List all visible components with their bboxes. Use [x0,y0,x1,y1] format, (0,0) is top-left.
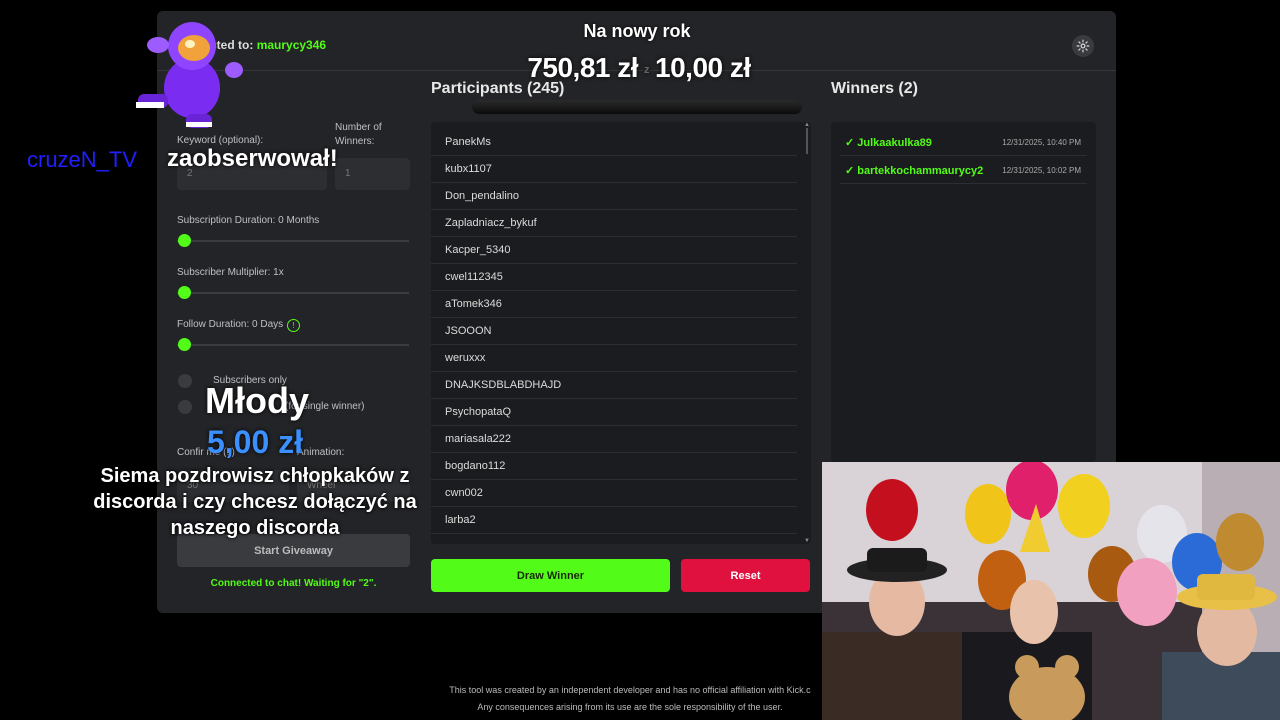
list-item: bogdano112 [431,453,797,480]
winners-list: ✓ Julkaakulka89 12/31/2025, 10:40 PM ✓ b… [831,122,1096,462]
webcam-image [822,462,1280,720]
draw-winner-button[interactable]: Draw Winner [431,559,670,592]
gear-icon [1076,39,1090,53]
subscriber-multiplier-label: Subscriber Multiplier: 1x [177,267,284,278]
list-item: mariasala222 [431,426,797,453]
follow-duration-handle[interactable] [178,338,191,351]
list-item: kubx1107 [431,156,797,183]
goal-separator: z [644,63,650,76]
list-item: Zapladniacz_bykuf [431,210,797,237]
footer-line: This tool was created by an independent … [449,685,811,695]
winners-count-label: Number of Winners: [335,122,382,147]
list-item: weruxxx [431,345,797,372]
footer-disclaimer: This tool was created by an independent … [430,682,830,716]
participants-list[interactable]: PanekMs kubx1107 Don_pendalino Zapladnia… [431,122,811,544]
follow-alert-username: cruzeN_TV [27,147,138,172]
info-icon[interactable]: ! [287,319,300,332]
goal-title: Na nowy rok [583,21,691,41]
list-item: cwel112345 [431,264,797,291]
follow-duration-label: Follow Duration: 0 Days [177,319,284,330]
donation-alert-name: Młody [205,380,309,421]
list-item: aTomek346 [431,291,797,318]
astronaut-mascot-icon [136,22,243,128]
list-item: PsychopataQ [431,399,797,426]
winner-date: 12/31/2025, 10:40 PM [1002,138,1081,147]
connected-username: maurycy346 [256,38,327,52]
reset-button[interactable]: Reset [681,559,810,592]
scroll-down-icon[interactable]: ▼ [804,538,810,544]
list-item: PanekMs [431,129,797,156]
subscription-duration-slider[interactable] [177,240,409,242]
winners-count-input[interactable]: 1 [335,158,410,190]
subscriber-multiplier-handle[interactable] [178,286,191,299]
settings-gear-button[interactable] [1072,35,1094,57]
donation-alert-amount: 5,00 zł [206,424,304,460]
list-item: cwn002 [431,480,797,507]
winner-date: 12/31/2025, 10:02 PM [1002,166,1081,175]
goal-progress-bar [472,100,802,114]
winner-row: ✓ Julkaakulka89 12/31/2025, 10:40 PM [840,129,1087,156]
follow-duration-slider[interactable] [177,344,409,346]
list-item: larba2 [431,507,797,534]
chat-status: Connected to chat! Waiting for "2". [210,578,377,589]
goal-target: 10,00 zł [655,52,751,83]
list-item: Don_pendalino [431,183,797,210]
webcam-feed [822,462,1280,720]
goal-current: 750,81 zł [527,52,639,83]
subscriber-multiplier-slider[interactable] [177,292,409,294]
scrollbar[interactable] [806,128,808,154]
subscription-duration-handle[interactable] [178,234,191,247]
list-item: DNAJKSDBLABDHAJD [431,372,797,399]
subscription-duration-label: Subscription Duration: 0 Months [177,215,320,226]
list-item: Kacper_5340 [431,237,797,264]
winner-name: ✓ bartekkochammaurycy2 [845,165,984,177]
goal-amount: 750,81 zł z 10,00 zł [500,52,778,84]
follow-alert-text: zaobserwował! [167,145,338,172]
winners-title: Winners (2) [831,80,918,97]
donation-alert-message: Siema pozdrowisz chłopkaków z discorda i… [93,465,417,539]
winner-row: ✓ bartekkochammaurycy2 12/31/2025, 10:02… [840,157,1087,184]
list-item: JSOOON [431,318,797,345]
winner-name: ✓ Julkaakulka89 [845,137,932,149]
footer-line: Any consequences arising from its use ar… [477,702,783,712]
